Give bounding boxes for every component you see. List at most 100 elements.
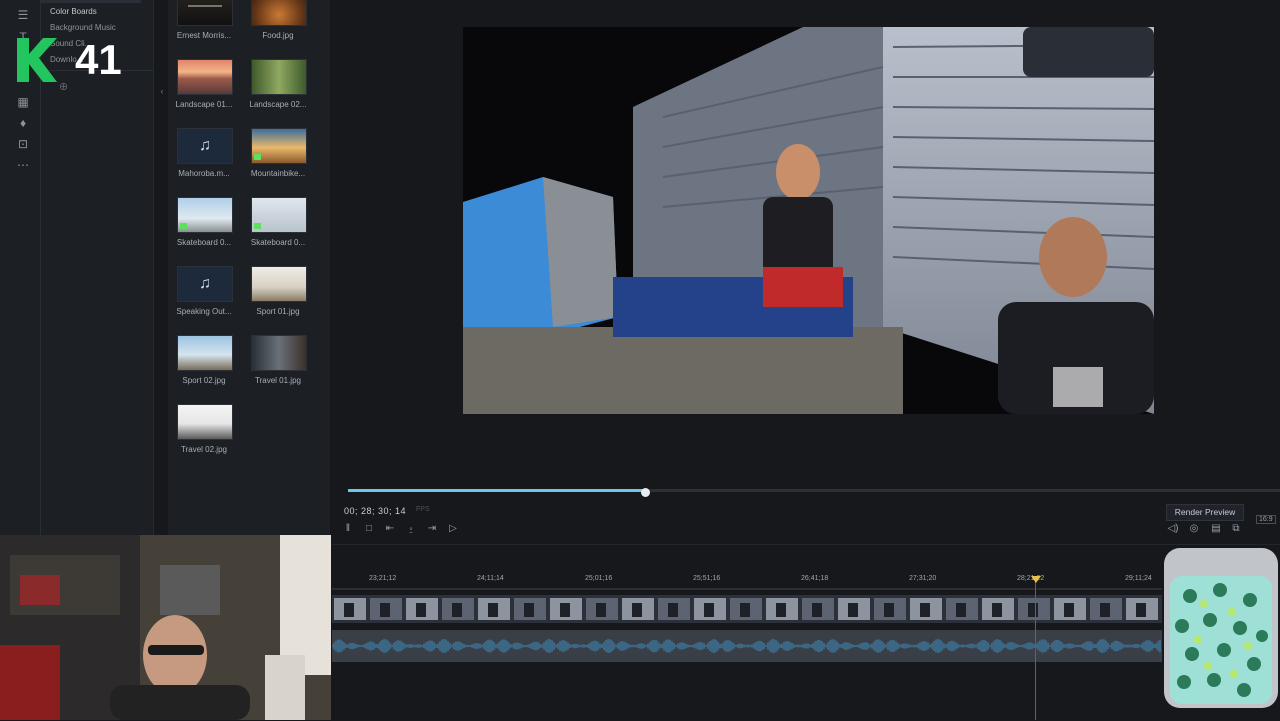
media-label: Travel 02.jpg [181, 445, 227, 454]
film-frame-figure [596, 603, 606, 617]
jar-overlay [1162, 546, 1280, 710]
media-label: Landscape 02... [249, 100, 307, 109]
film-frame-figure [884, 603, 894, 617]
video-badge-icon [254, 223, 261, 229]
next-frame-icon[interactable]: ⇥ [425, 522, 439, 536]
media-thumb-sport-02[interactable] [177, 335, 233, 371]
film-frame-figure [1100, 603, 1110, 617]
film-frame-figure [488, 603, 498, 617]
film-frame-figure [632, 603, 642, 617]
film-frame-figure [740, 603, 750, 617]
ruler-tick-label: 26;41;18 [801, 575, 829, 582]
undock-preview-icon[interactable]: ⧉ [1229, 522, 1243, 536]
more-icon[interactable]: ⋯ [15, 158, 31, 172]
music-note-icon: ♫ [199, 137, 211, 154]
fast-forward-icon[interactable]: ▷ [446, 522, 460, 536]
film-frame-figure [920, 603, 930, 617]
media-thumb-mahoroba[interactable]: ♫ [177, 128, 233, 164]
ruler-tick-label: 25;01;16 [585, 575, 613, 582]
media-thumb-speaking-out[interactable]: ♫ [177, 266, 233, 302]
video-badge-icon [180, 223, 187, 229]
media-label: Ernest Morris... [176, 31, 232, 40]
film-frame-figure [452, 603, 462, 617]
media-label: Food.jpg [262, 31, 294, 40]
film-frame-figure [956, 603, 966, 617]
preview-frame-image [463, 27, 1154, 414]
media-thumb-skateboard-2[interactable] [251, 197, 307, 233]
fps-dropdown[interactable]: FPS [416, 506, 430, 513]
film-frame-figure [776, 603, 786, 617]
render-preview-button[interactable]: Render Preview [1166, 504, 1244, 521]
media-label: Travel 01.jpg [255, 376, 301, 385]
media-thumb-sport-01[interactable] [251, 266, 307, 302]
display-settings-icon[interactable]: ▤ [1209, 522, 1223, 536]
audio-clip-track[interactable] [332, 630, 1162, 662]
snapshot-icon[interactable]: ◎ [1187, 522, 1201, 536]
film-frame-figure [992, 603, 1002, 617]
video-preview[interactable] [463, 27, 1154, 414]
media-label: Skateboard 0... [250, 238, 306, 247]
stop-icon[interactable]: □ [362, 522, 376, 536]
category-color-boards[interactable]: Color Boards [50, 7, 97, 16]
media-label: Sport 02.jpg [182, 376, 226, 385]
logo-k-mark [17, 38, 57, 82]
film-frame-figure [344, 603, 354, 617]
split-icon[interactable]: ⍛ [404, 522, 418, 536]
volume-icon[interactable]: ◁) [1166, 522, 1180, 536]
film-frame-figure [524, 603, 534, 617]
ruler-tick-label: 29;11;24 [1125, 575, 1152, 582]
media-label: Mahoroba.m... [178, 169, 230, 178]
media-label: Speaking Out... [176, 307, 232, 316]
film-frame-figure [380, 603, 390, 617]
ruler-tick-label: 23;21;12 [369, 575, 397, 582]
logo-number: 41 [75, 36, 122, 83]
media-thumb-landscape-02[interactable] [251, 59, 307, 95]
media-thumb-ernest[interactable] [177, 0, 233, 26]
film-frame-figure [560, 603, 570, 617]
video-badge-icon [254, 154, 261, 160]
ruler-tick-label: 27;31;20 [909, 575, 937, 582]
film-frame-figure [416, 603, 426, 617]
media-label: Sport 01.jpg [256, 307, 300, 316]
media-room-icon[interactable]: ☰ [15, 8, 31, 22]
playhead-marker-icon[interactable] [1031, 576, 1041, 583]
video-filmstrip [334, 598, 1158, 620]
film-frame-figure [848, 603, 858, 617]
aspect-ratio-dropdown[interactable]: 16:9 [1256, 515, 1276, 524]
film-frame-figure [704, 603, 714, 617]
media-thumb-skateboard-1[interactable] [177, 197, 233, 233]
film-frame-figure [1064, 603, 1074, 617]
effects-icon[interactable]: ▦ [15, 95, 31, 109]
media-label: Skateboard 0... [176, 238, 232, 247]
category-selection-bar [41, 0, 141, 3]
film-frame-figure [812, 603, 822, 617]
film-frame-figure [668, 603, 678, 617]
timeline-playhead[interactable] [1035, 576, 1036, 720]
media-thumb-travel-01[interactable] [251, 335, 307, 371]
pip-icon[interactable]: ⊡ [15, 137, 31, 151]
collapse-panel-icon[interactable]: ‹ [157, 86, 167, 102]
preview-scrub-progress [348, 489, 647, 492]
transition-icon[interactable]: ♦ [15, 116, 31, 130]
media-label: Landscape 01... [175, 100, 233, 109]
film-frame-figure [1028, 603, 1038, 617]
timecode-display: 00; 28; 30; 14 [344, 506, 407, 516]
webcam-overlay [0, 535, 331, 720]
ruler-baseline [332, 588, 1162, 590]
media-thumb-mountainbike[interactable] [251, 128, 307, 164]
jar-image [1164, 548, 1278, 708]
music-note-icon: ♫ [199, 275, 211, 292]
video-clip-track[interactable] [332, 595, 1162, 623]
media-thumb-food[interactable] [251, 0, 307, 26]
channel-logo: 41 [17, 36, 127, 83]
previous-frame-icon[interactable]: ⇤ [383, 522, 397, 536]
media-thumb-travel-02[interactable] [177, 404, 233, 440]
pause-icon[interactable]: ‖ [341, 522, 355, 536]
ruler-tick-label: 24;11;14 [477, 575, 504, 582]
audio-waveform [332, 639, 1161, 653]
category-background-music[interactable]: Background Music [50, 23, 116, 32]
media-label: Mountainbike... [250, 169, 306, 178]
ruler-tick-label: 25;51;16 [693, 575, 721, 582]
media-thumb-landscape-01[interactable] [177, 59, 233, 95]
webcam-image [0, 535, 331, 720]
